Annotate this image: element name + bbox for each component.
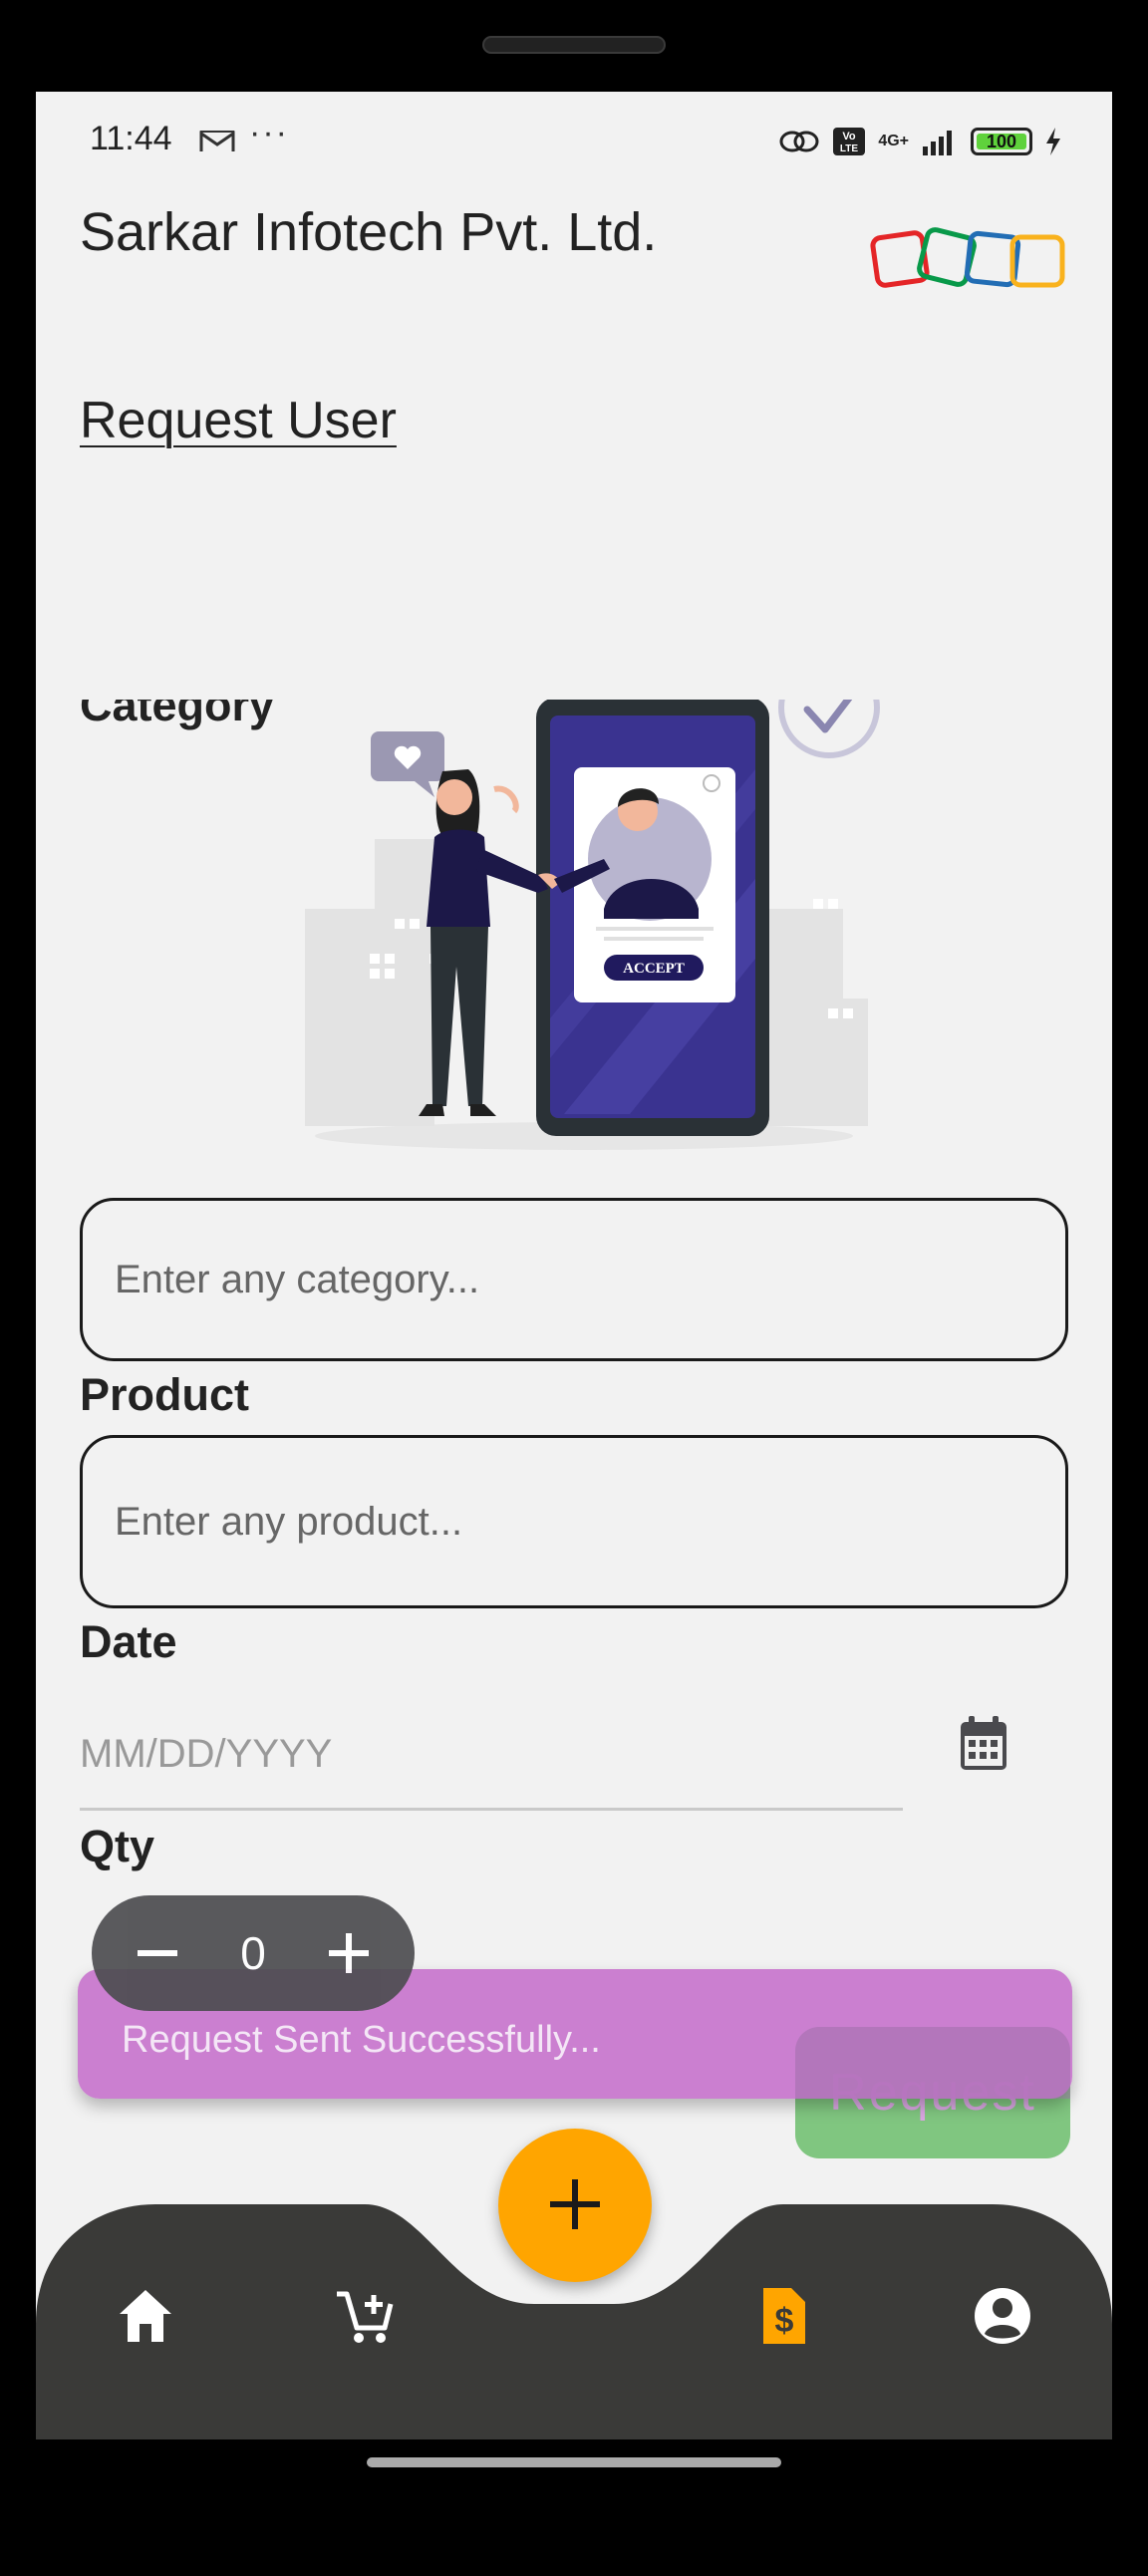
snackbar-message: Request Sent Successfully... [122, 2019, 601, 2061]
cart-add-icon[interactable] [331, 2282, 399, 2350]
zoho-logo [870, 227, 1065, 288]
gmail-icon [199, 131, 235, 151]
date-input[interactable] [80, 1701, 903, 1811]
product-input[interactable] [80, 1435, 1068, 1608]
page-title: Request User [80, 392, 397, 449]
category-input[interactable] [80, 1198, 1068, 1361]
battery-icon: 100 [971, 128, 1032, 155]
more-notifications-icon: ··· [249, 114, 289, 151]
home-icon[interactable] [112, 2282, 179, 2350]
status-time: 11:44 [90, 120, 172, 157]
account-icon[interactable] [969, 2282, 1036, 2350]
increment-button[interactable] [323, 1927, 375, 1979]
date-label: Date [80, 1616, 177, 1667]
volte-icon: Vo LTE [833, 128, 866, 155]
calendar-icon[interactable] [957, 1714, 1010, 1774]
battery-level: 100 [986, 131, 1017, 151]
app-screen: 11:44 ··· Vo LTE 4G+ 100 Sarkar Infotech… [36, 92, 1112, 2439]
svg-text:Vo: Vo [843, 131, 857, 143]
charging-icon [1046, 128, 1060, 155]
company-name: Sarkar Infotech Pvt. Ltd. [80, 202, 658, 262]
home-indicator[interactable] [367, 2457, 781, 2467]
svg-text:LTE: LTE [840, 143, 858, 154]
plus-icon [329, 1933, 369, 1973]
add-icon [550, 2178, 600, 2229]
status-icons: Vo LTE 4G+ 100 [778, 122, 1062, 161]
svg-text:$: $ [775, 2302, 794, 2340]
phone-speaker [482, 36, 666, 54]
signal-icon [923, 131, 952, 155]
network-type-label: 4G+ [878, 133, 909, 149]
scroll-clip [36, 650, 1112, 700]
add-fab-button[interactable] [498, 2129, 652, 2282]
status-bar: 11:44 ··· Vo LTE 4G+ 100 [36, 92, 1112, 191]
invoice-dollar-icon[interactable]: $ [749, 2282, 817, 2350]
handshake-illustration: ACCEPT [305, 657, 880, 1150]
hotspot-link-icon [779, 131, 819, 152]
product-label: Product [80, 1369, 250, 1420]
qty-label: Qty [80, 1821, 155, 1871]
quantity-stepper: 0 [92, 1895, 415, 2011]
quantity-value: 0 [240, 1927, 266, 1979]
minus-icon [138, 1950, 177, 1956]
decrement-button[interactable] [132, 1927, 183, 1979]
accept-badge-label: ACCEPT [623, 961, 685, 977]
